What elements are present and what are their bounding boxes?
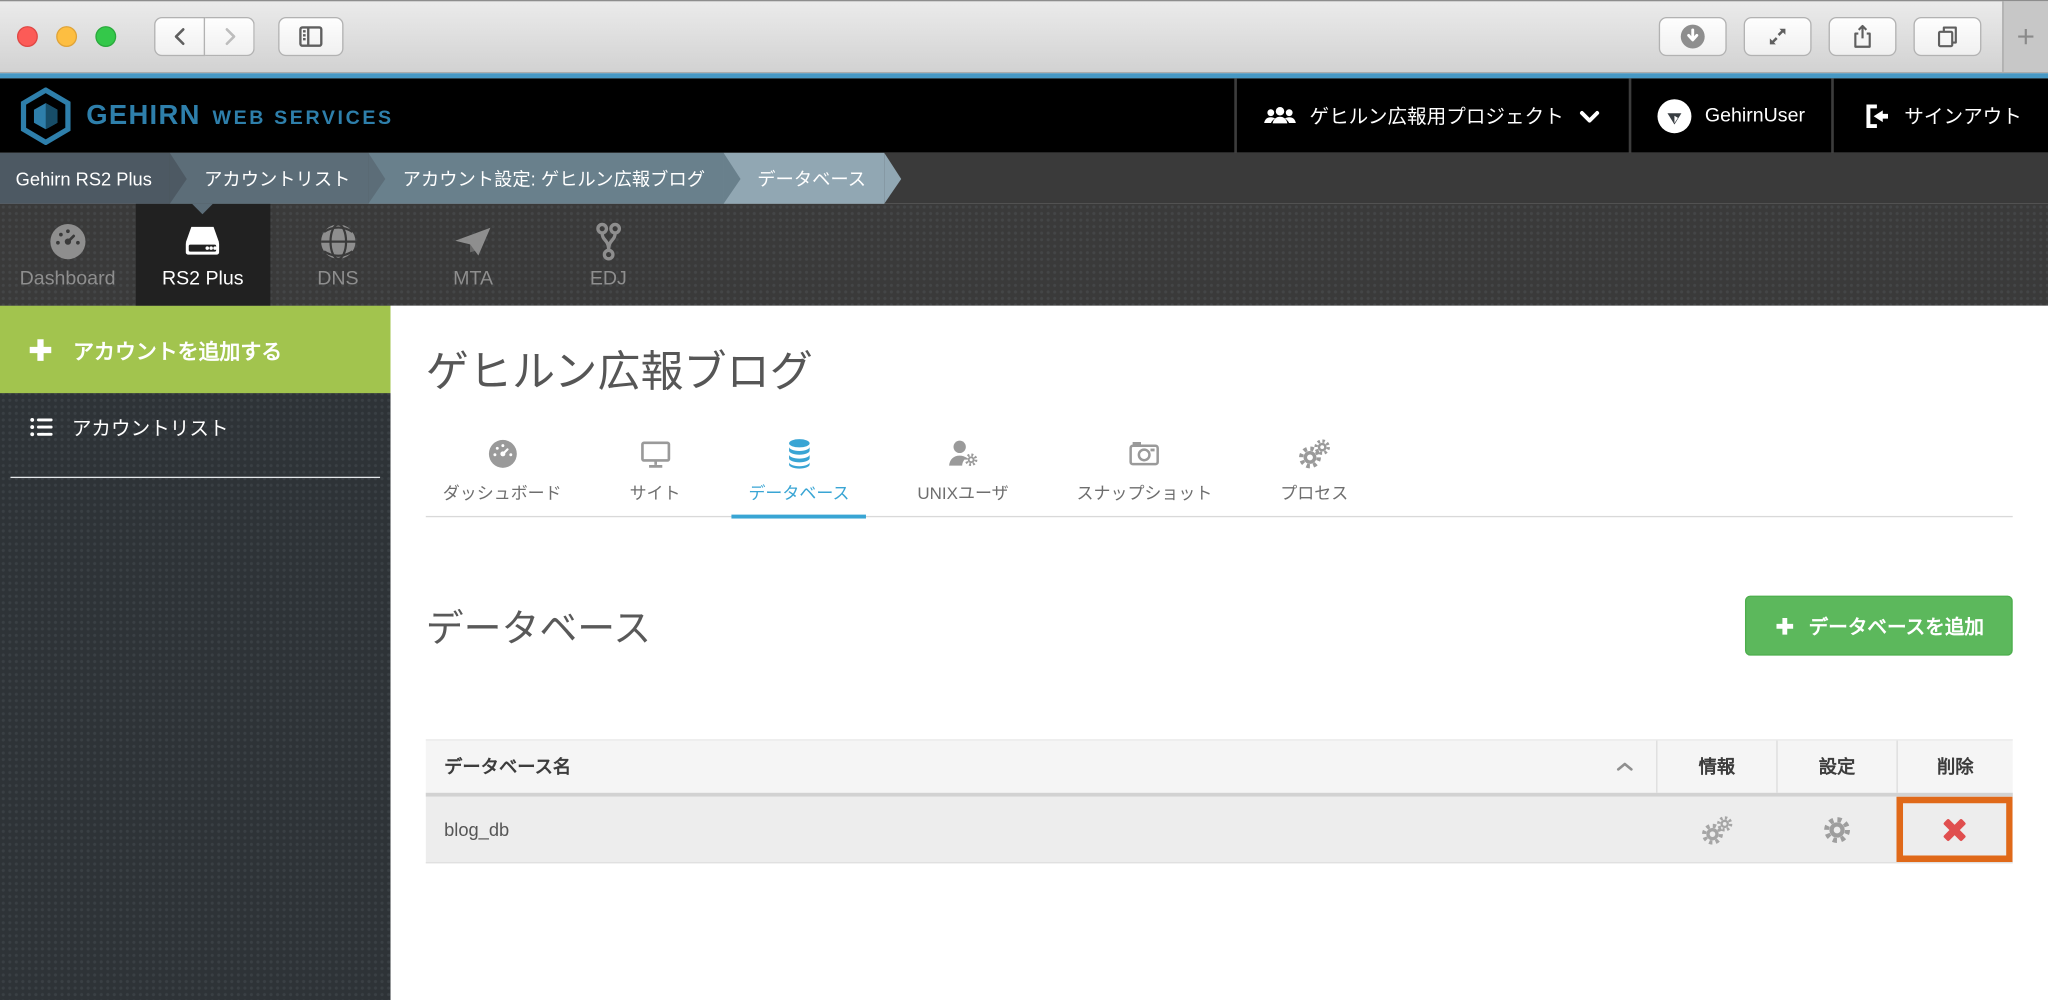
nav-item-dns[interactable]: DNS — [270, 204, 405, 306]
forward-button[interactable] — [205, 16, 255, 57]
back-icon — [174, 28, 184, 46]
tab-process[interactable]: プロセス — [1263, 431, 1365, 516]
hexagon-logo-icon — [20, 86, 71, 145]
monitor-icon — [640, 441, 670, 468]
tab-snapshot[interactable]: スナップショット — [1060, 431, 1230, 516]
table-header-row: データベース名 情報 設定 削除 — [425, 739, 2013, 797]
breadcrumb-item-database[interactable]: データベース — [723, 152, 902, 204]
fullscreen-button[interactable] — [1743, 16, 1812, 57]
nav-item-edj[interactable]: EDJ — [541, 204, 676, 306]
column-header-database-name[interactable]: データベース名 — [426, 741, 1656, 793]
nav-item-mta[interactable]: MTA — [406, 204, 541, 306]
tabs-overview-icon — [1937, 26, 1957, 48]
signout-icon — [1866, 103, 1888, 128]
user-name: GehirnUser — [1704, 104, 1806, 127]
sidebar-toggle-icon — [299, 26, 323, 47]
column-header-delete: 削除 — [1896, 740, 2012, 793]
tab-site[interactable]: サイト — [613, 431, 698, 516]
back-button[interactable] — [154, 16, 206, 57]
gehirn-logo[interactable]: GEHIRN WEB SERVICES — [20, 86, 394, 145]
app-header: GEHIRN WEB SERVICES ゲヒルン広報用プロジェクト Gehirn… — [0, 78, 2048, 153]
nav-item-dashboard[interactable]: Dashboard — [0, 204, 135, 306]
macos-titlebar — [0, 0, 2048, 74]
gears-icon — [1299, 439, 1331, 469]
info-gears-icon — [1701, 815, 1732, 845]
chevron-down-icon — [1580, 110, 1600, 122]
gauge-icon — [50, 224, 86, 260]
plus-icon — [1776, 617, 1793, 635]
brand-suffix: WEB SERVICES — [212, 106, 394, 129]
zoom-window-button[interactable] — [95, 26, 117, 48]
sidebar-divider — [10, 476, 381, 479]
plus-icon — [2018, 28, 2034, 45]
tab-database[interactable]: データベース — [731, 431, 867, 519]
settings-action-cell[interactable] — [1776, 797, 1896, 862]
forward-icon — [224, 28, 235, 46]
gauge-icon — [488, 439, 517, 468]
project-name: ゲヒルン広報用プロジェクト — [1309, 105, 1564, 128]
tab-dashboard[interactable]: ダッシュボード — [426, 431, 579, 516]
column-header-settings: 設定 — [1776, 740, 1896, 793]
paper-plane-icon — [455, 227, 491, 256]
window-controls — [16, 26, 117, 48]
minimize-window-button[interactable] — [56, 26, 78, 48]
fullscreen-icon — [1769, 28, 1786, 45]
tab-unix-user[interactable]: UNIXユーザ — [900, 431, 1025, 516]
breadcrumb-item-account-list[interactable]: アカウントリスト — [170, 152, 386, 204]
toggle-sidebar-button[interactable] — [278, 16, 344, 57]
signout-button[interactable]: サインアウト — [1831, 78, 2048, 153]
main-content: ゲヒルン広報ブログ ダッシュボード サイト データベース UNIXユーザ スナッ… — [390, 305, 2048, 1000]
delete-action-cell[interactable] — [1896, 797, 2012, 862]
project-selector[interactable]: ゲヒルン広報用プロジェクト — [1233, 78, 1629, 153]
nav-item-rs2plus[interactable]: RS2 Plus — [135, 203, 271, 306]
user-menu[interactable]: GehirnUser — [1629, 78, 1831, 153]
show-tabs-button[interactable] — [1913, 16, 1982, 57]
user-gear-icon — [949, 440, 978, 466]
database-icon — [788, 439, 810, 469]
database-name-cell: blog_db — [444, 819, 510, 840]
globe-icon — [320, 223, 356, 260]
share-button[interactable] — [1828, 16, 1897, 57]
page-title: ゲヒルン広報ブログ — [425, 347, 813, 396]
database-table: データベース名 情報 設定 削除 blog_db — [425, 739, 2013, 864]
download-icon — [1680, 24, 1705, 49]
close-window-button[interactable] — [16, 26, 38, 48]
brand-name: GEHIRN — [86, 99, 201, 130]
git-branch-icon — [595, 222, 621, 261]
avatar-glyph-icon — [1667, 112, 1682, 124]
account-tabs: ダッシュボード サイト データベース UNIXユーザ スナップショット プロセス — [425, 431, 2013, 519]
info-action-cell[interactable] — [1656, 797, 1776, 862]
browser-window: GEHIRN WEB SERVICES ゲヒルン広報用プロジェクト Gehirn… — [0, 0, 2048, 1000]
share-icon — [1854, 24, 1871, 48]
new-tab-button[interactable] — [2002, 1, 2048, 72]
list-icon — [30, 418, 53, 437]
service-navbar: Dashboard RS2 Plus DNS MTA EDJ — [0, 203, 2048, 306]
breadcrumb: Gehirn RS2 Plus アカウントリスト アカウント設定: ゲヒルン広報… — [0, 152, 2048, 204]
add-database-button[interactable]: データベースを追加 — [1744, 595, 2013, 656]
plus-icon — [29, 338, 52, 361]
section-heading: データベース — [425, 608, 652, 651]
add-account-button[interactable]: アカウントを追加する — [0, 305, 391, 394]
settings-gear-icon — [1823, 816, 1850, 843]
group-icon — [1263, 106, 1296, 123]
table-row: blog_db — [425, 796, 2013, 864]
camera-icon — [1129, 442, 1160, 466]
delete-x-icon — [1943, 818, 1966, 841]
server-icon — [186, 226, 220, 255]
breadcrumb-item-account-settings[interactable]: アカウント設定: ゲヒルン広報ブログ — [368, 152, 740, 204]
breadcrumb-item-rs2plus[interactable]: Gehirn RS2 Plus — [0, 152, 188, 204]
sidebar-item-account-list[interactable]: アカウントリスト — [0, 393, 391, 461]
signout-label: サインアウト — [1904, 105, 2022, 128]
downloads-button[interactable] — [1658, 16, 1727, 57]
column-header-info: 情報 — [1656, 740, 1776, 793]
sidebar: アカウントを追加する アカウントリスト — [0, 305, 391, 1000]
avatar — [1657, 98, 1692, 133]
sort-chevron-up-icon[interactable] — [1612, 754, 1638, 780]
